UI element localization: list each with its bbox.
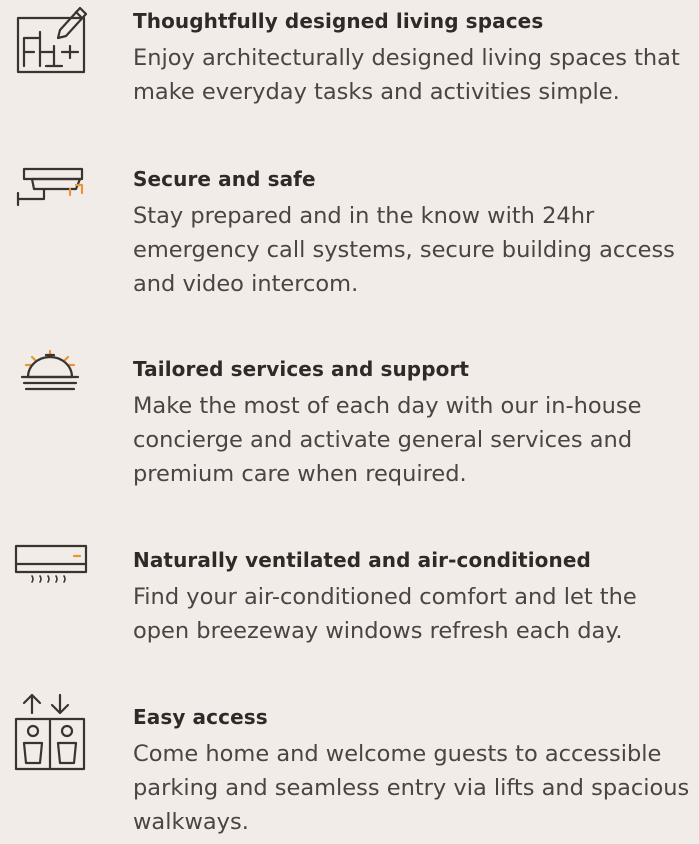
features-list: Thoughtfully designed living spaces Enjo… bbox=[0, 0, 699, 844]
feature-description: Come home and welcome guests to accessib… bbox=[133, 741, 690, 835]
feature-description: Stay prepared and in the know with 24hr … bbox=[133, 203, 675, 297]
feature-title: Thoughtfully designed living spaces bbox=[133, 9, 544, 33]
security-camera-icon bbox=[10, 159, 92, 241]
feature-title: Easy access bbox=[133, 705, 268, 729]
lift-icon bbox=[10, 693, 92, 775]
feature-title: Naturally ventilated and air-conditioned bbox=[133, 548, 591, 572]
feature-title: Tailored services and support bbox=[133, 357, 470, 381]
service-bell-icon bbox=[10, 349, 92, 431]
feature-description: Make the most of each day with our in-ho… bbox=[133, 393, 642, 487]
feature-description: Enjoy architecturally designed living sp… bbox=[133, 45, 680, 105]
feature-title: Secure and safe bbox=[133, 167, 316, 191]
floorplan-pencil-icon bbox=[10, 2, 92, 84]
air-conditioner-icon bbox=[10, 532, 92, 614]
feature-description: Find your air-conditioned comfort and le… bbox=[133, 584, 637, 644]
